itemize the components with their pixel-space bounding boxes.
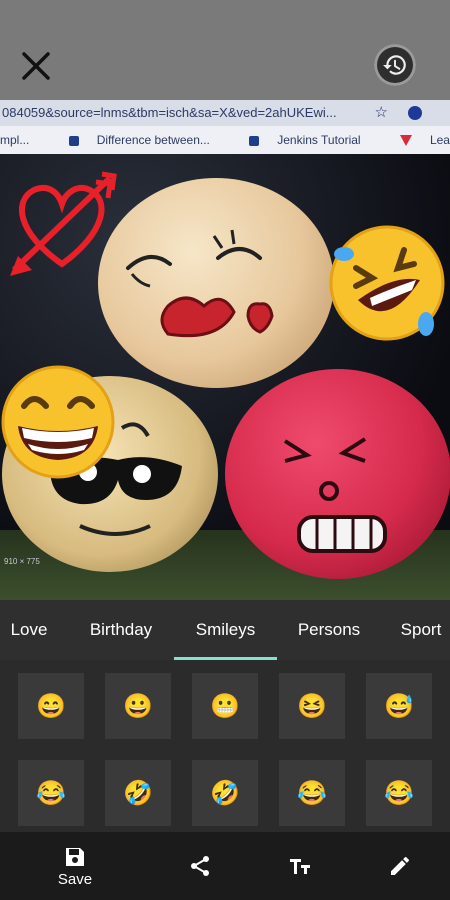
rolling-laugh-sticker[interactable]	[328, 224, 446, 342]
save-icon	[66, 847, 84, 866]
tab-smileys[interactable]: Smileys	[174, 600, 277, 660]
emoji-cell[interactable]: 😀	[105, 673, 171, 739]
save-button[interactable]: Save	[50, 832, 100, 900]
bookmark-icon	[68, 135, 79, 146]
bookmark-item: Learn Web Services...	[399, 133, 450, 147]
browser-url-text: 084059&source=lnms&tbm=isch&sa=X&ved=2ah…	[2, 105, 337, 120]
browser-url-bar: 084059&source=lnms&tbm=isch&sa=X&ved=2ah…	[0, 100, 450, 126]
tab-birthday[interactable]: Birthday	[82, 600, 160, 660]
emoji-cell[interactable]: 🤣	[105, 760, 171, 826]
grinning-face-sticker[interactable]	[0, 364, 116, 480]
emoji-cell[interactable]: 🤣	[192, 760, 258, 826]
angry-ball	[225, 369, 450, 579]
triangle-icon	[399, 135, 412, 147]
top-bar	[0, 0, 450, 100]
pencil-icon	[391, 856, 409, 875]
image-size-label: 910 × 775	[4, 557, 40, 566]
emoji-cell[interactable]: 😆	[279, 673, 345, 739]
emoji-cell[interactable]: 😬	[192, 673, 258, 739]
close-button[interactable]	[18, 48, 54, 84]
sticker-category-tabs: Love Birthday Smileys Persons Sport	[0, 600, 450, 660]
history-icon	[383, 55, 406, 75]
emoji-cell[interactable]: 😂	[279, 760, 345, 826]
bookmark-item: Difference between...	[68, 133, 228, 147]
save-label: Save	[57, 870, 93, 888]
history-button[interactable]	[374, 44, 416, 86]
photo-canvas[interactable]: 084059&source=lnms&tbm=isch&sa=X&ved=2ah…	[0, 100, 450, 600]
star-icon: ☆	[374, 104, 388, 121]
bookmark-item: mpl...	[0, 133, 30, 147]
close-icon	[22, 52, 50, 80]
bookmark-item: Jenkins Tutorial	[249, 133, 378, 147]
tab-love[interactable]: Love	[0, 600, 58, 660]
rolling-laugh-icon	[329, 225, 445, 341]
heart-arrow-icon	[10, 171, 117, 276]
emoji-cell[interactable]: 😅	[366, 673, 432, 739]
share-icon	[191, 856, 209, 876]
tab-persons[interactable]: Persons	[290, 600, 368, 660]
extension-icon	[408, 106, 422, 120]
bottom-toolbar: Save	[0, 832, 450, 900]
emoji-cell[interactable]: 😂	[366, 760, 432, 826]
draw-button[interactable]	[376, 832, 424, 900]
text-button[interactable]	[276, 832, 324, 900]
tab-sport[interactable]: Sport	[392, 600, 450, 660]
emoji-grid: 😄 😀 😬 😆 😅 😂 🤣 🤣 😂 😂	[0, 660, 450, 832]
bookmarks-bar: mpl... Difference between... Jenkins Tut…	[0, 126, 450, 154]
emoji-cell[interactable]: 😄	[18, 673, 84, 739]
text-size-icon	[290, 859, 310, 874]
kissing-ball	[98, 178, 334, 388]
jenkins-icon	[249, 135, 260, 146]
share-button[interactable]	[176, 832, 224, 900]
emoji-cell[interactable]: 😂	[18, 760, 84, 826]
grinning-face-icon	[1, 365, 115, 479]
heart-arrow-sticker[interactable]	[6, 166, 118, 278]
